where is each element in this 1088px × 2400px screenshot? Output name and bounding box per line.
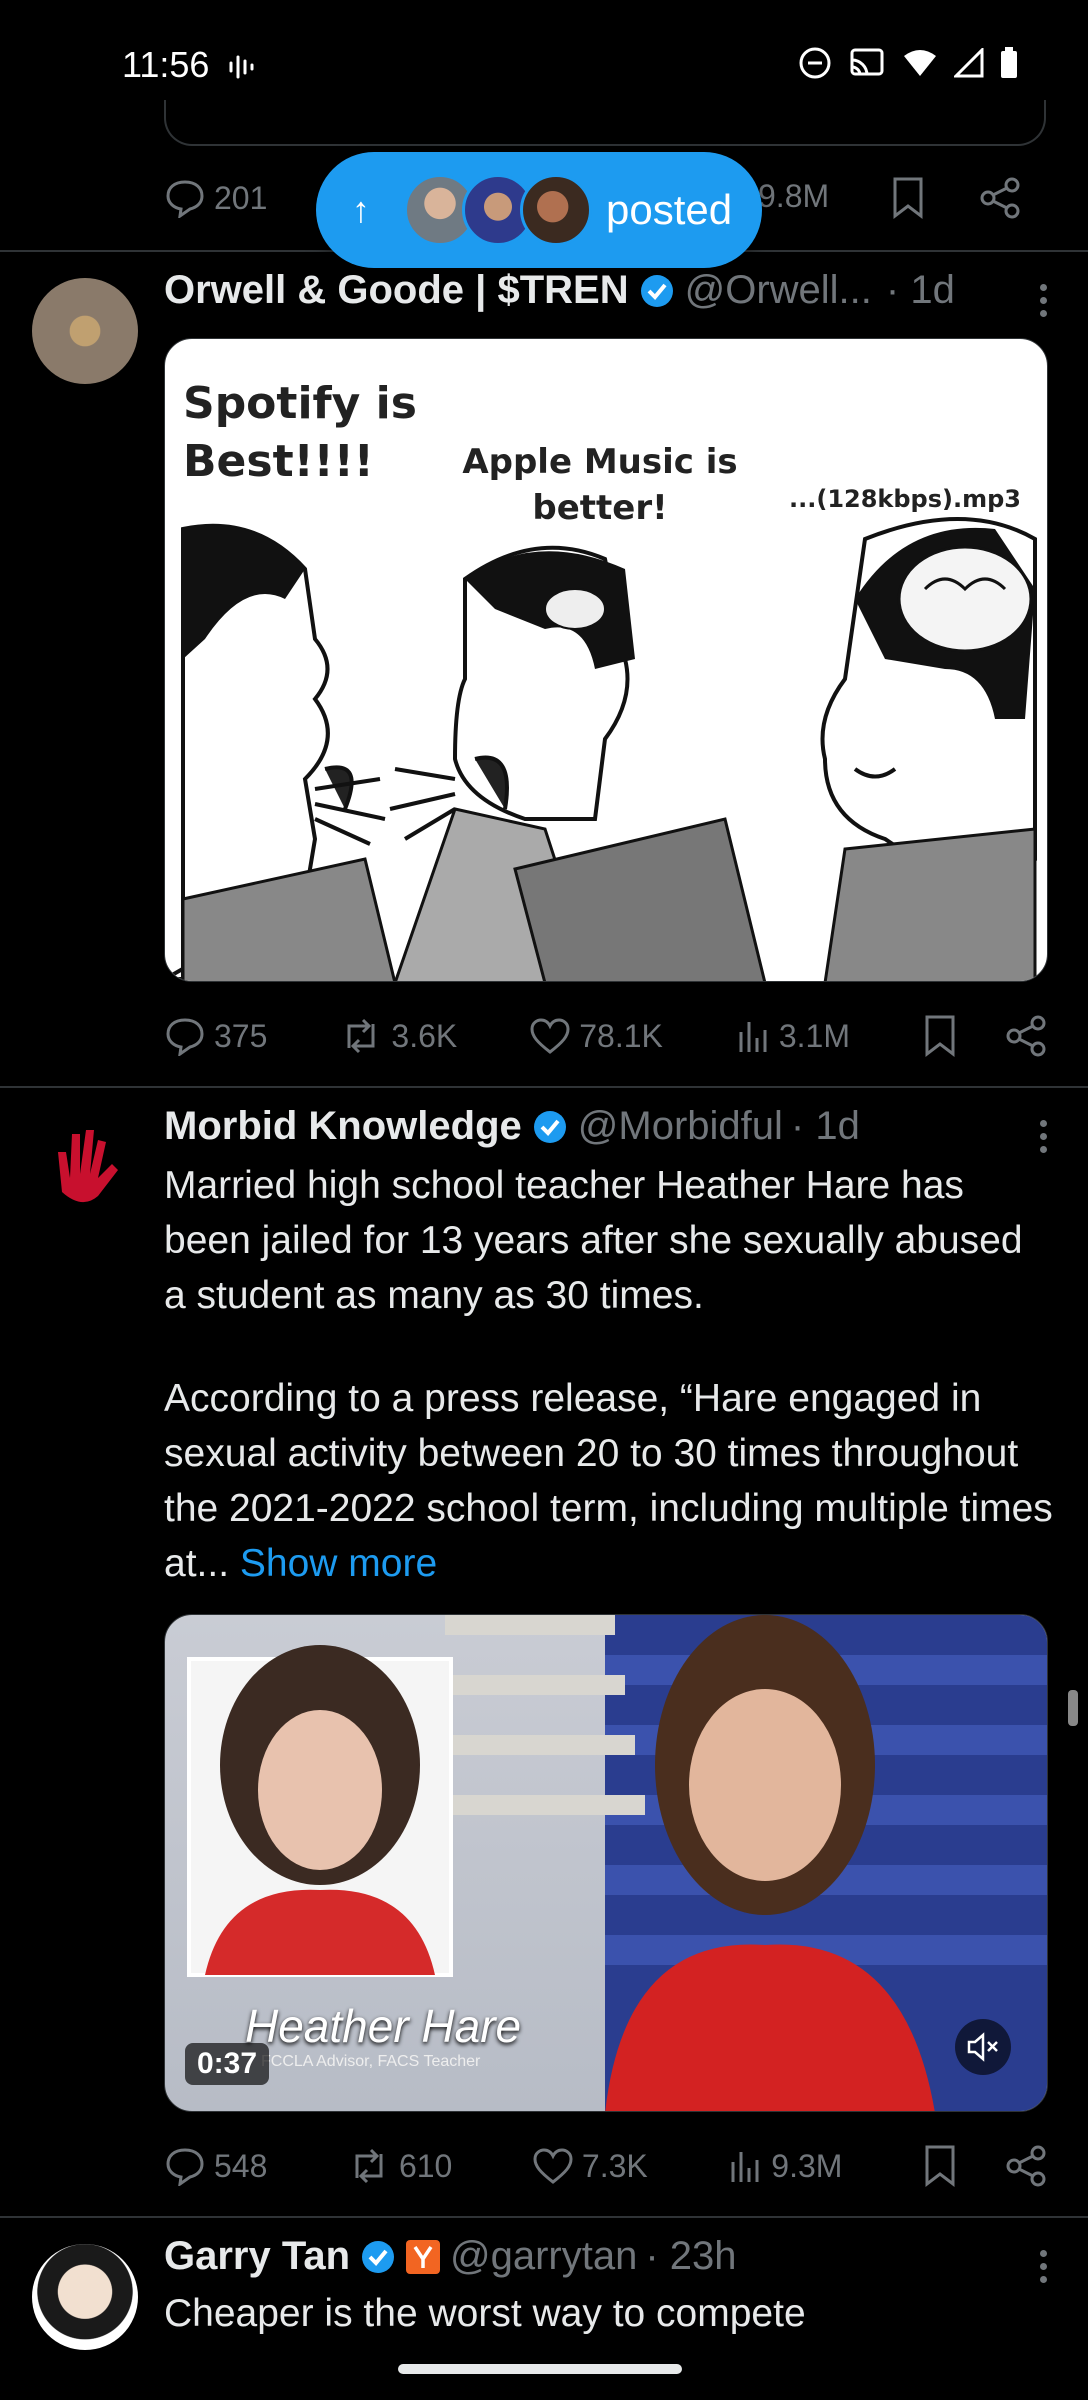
analytics-icon [731,2152,759,2182]
video-duration: 0:37 [185,2043,270,2085]
repost-button[interactable]: 3.6K [339,1018,457,1055]
divider [0,1086,1088,1088]
reply-count: 201 [214,179,268,216]
tweet-actions: 375 3.6K 78.1K 3.1M [164,1006,1048,1066]
heart-icon [533,2148,573,2184]
avatar [520,174,592,246]
views-count: 9.3M [771,2147,843,2184]
volume-muted-icon [967,2032,998,2062]
share-icon[interactable] [1004,2144,1048,2188]
tweet-actions: 548 610 7.3K 9.3M [164,2136,1048,2196]
reply-count: 375 [214,1017,268,1054]
arrow-up-icon: ↑ [352,189,370,230]
signal-icon [954,48,984,78]
share-icon[interactable] [978,176,1022,220]
reply-icon [166,2148,204,2186]
more-options-icon[interactable] [1038,2250,1048,2283]
reply-button[interactable]: 375 [164,1016,267,1056]
avatar[interactable] [32,1112,138,1218]
author-handle[interactable]: @garrytan [450,2234,637,2279]
more-options-icon[interactable] [1038,284,1048,317]
ycombinator-badge-icon [406,2239,440,2274]
status-icons [798,46,1018,80]
tweet-time: · 23h [645,2234,737,2278]
meme-image[interactable]: Spotify is Best!!!! Apple Music is bette… [164,338,1048,982]
cast-icon [850,48,884,76]
verified-badge-icon [640,274,673,307]
home-indicator[interactable] [398,2364,682,2374]
like-count: 7.3K [581,2147,648,2184]
bookmark-icon[interactable] [890,176,926,220]
verified-badge-icon [362,2240,394,2273]
reply-icon [166,1018,204,1056]
reply-count: 548 [214,2147,268,2184]
like-button[interactable]: 7.3K [532,2147,648,2185]
analytics-icon [739,1022,767,1052]
do-not-disturb-icon [799,47,831,79]
battery-icon [1001,47,1017,78]
heart-icon [530,1018,570,1054]
tweet-text-paragraph: According to a press release, “Hare enga… [164,1371,1054,1591]
tweet-header: Morbid Knowledge @Morbidful · 1d [164,1104,860,1149]
repost-button[interactable]: 610 [347,2148,452,2185]
status-time: 11:56 [122,44,210,85]
mute-button[interactable] [955,2019,1011,2075]
views-count: 3.1M [778,1017,850,1054]
red-hand-logo-icon [58,1130,118,1203]
scrollbar-thumb[interactable] [1068,1690,1078,1726]
verified-badge-icon [533,1110,566,1143]
reply-icon [166,180,204,218]
author-name[interactable]: Garry Tan [164,2234,350,2279]
author-handle[interactable]: @Orwell... [685,268,872,313]
pill-avatars [404,174,592,246]
reply-button[interactable]: 201 [164,178,267,218]
meme-illustration [165,517,1037,981]
share-icon[interactable] [1004,1014,1048,1058]
more-options-icon[interactable] [1038,1120,1048,1153]
new-posts-pill[interactable]: ↑ posted [316,152,762,268]
divider [0,2216,1088,2218]
author-name[interactable]: Morbid Knowledge [164,1104,522,1149]
repost-icon [355,2148,383,2184]
show-more-link[interactable]: Show more [240,1542,437,1585]
video-name-overlay: Heather Hare [245,2000,522,2052]
repost-icon [347,1018,375,1054]
tweet-text: Married high school teacher Heather Hare… [164,1158,1054,1591]
reply-button[interactable]: 548 [164,2146,267,2186]
author-name[interactable]: Orwell & Goode | $TREN [164,268,629,313]
author-handle[interactable]: @Morbidful [578,1104,783,1149]
views-count: 9.8M [758,178,830,214]
avatar[interactable] [32,2244,138,2350]
tweet-text-paragraph: Married high school teacher Heather Hare… [164,1164,1023,1317]
bookmark-icon[interactable] [922,2144,958,2188]
previous-tweet-card-edge [164,100,1046,146]
video-subtitle-overlay: FCCLA Advisor, FACS Teacher [261,2053,481,2070]
repost-count: 610 [398,2147,453,2184]
bookmark-icon[interactable] [922,1014,958,1058]
tweet-time: · 1d [790,1104,860,1148]
video-player[interactable]: Heather Hare FCCLA Advisor, FACS Teacher… [164,1614,1048,2112]
like-count: 78.1K [579,1017,663,1054]
wifi-icon [904,50,936,76]
repost-count: 3.6K [391,1017,458,1054]
pill-label: posted [606,186,733,233]
prev-views-count[interactable]: 9.8M [758,178,829,215]
avatar[interactable] [32,278,138,384]
audio-wave-icon [229,55,254,79]
tweet-header: Garry Tan @garrytan · 23h [164,2234,737,2279]
views-button[interactable]: 3.1M [735,1018,850,1055]
views-button[interactable]: 9.3M [727,2148,842,2185]
tweet-time: · 1d [885,268,955,312]
tweet-text: Cheaper is the worst way to compete [164,2292,806,2335]
like-button[interactable]: 78.1K [529,1017,663,1055]
tweet-header: Orwell & Goode | $TREN @Orwell... · 1d [164,268,955,313]
